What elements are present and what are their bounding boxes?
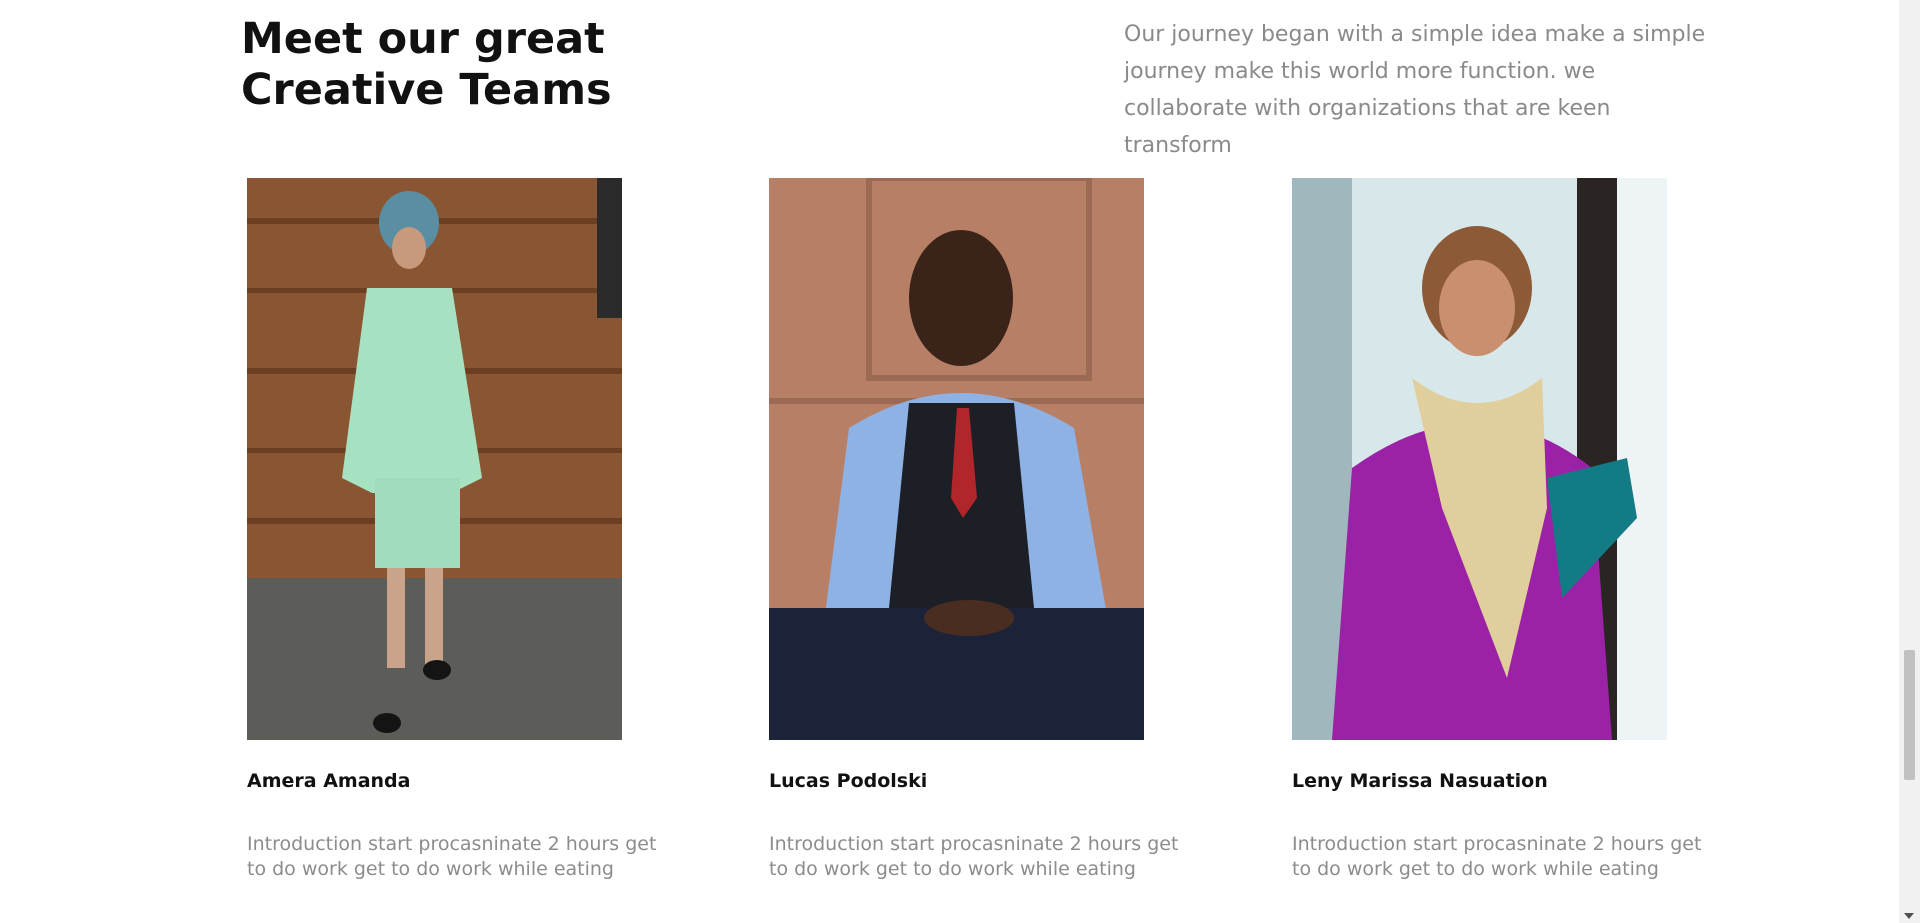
scrollbar-thumb[interactable]	[1904, 650, 1915, 780]
team-card: Amera Amanda Introduction start procasni…	[247, 178, 667, 880]
team-card: Lucas Podolski Introduction start procas…	[769, 178, 1189, 880]
team-member-name: Amera Amanda	[247, 770, 411, 792]
team-member-photo	[769, 178, 1144, 740]
team-member-photo	[1292, 178, 1667, 740]
team-member-description: Introduction start procasninate 2 hours …	[247, 833, 657, 880]
team-member-description: Introduction start procasninate 2 hours …	[1292, 833, 1702, 880]
scroll-down-arrow-icon[interactable]	[1904, 913, 1914, 919]
team-page: Meet our great Creative Teams Our journe…	[0, 0, 1920, 923]
team-member-name: Leny Marissa Nasuation	[1292, 770, 1548, 792]
team-member-name: Lucas Podolski	[769, 770, 928, 792]
team-member-photo	[247, 178, 622, 740]
vertical-scrollbar[interactable]	[1899, 0, 1920, 923]
team-card: Leny Marissa Nasuation Introduction star…	[1292, 178, 1712, 880]
team-member-description: Introduction start procasninate 2 hours …	[769, 833, 1179, 880]
section-title: Meet our great Creative Teams	[241, 14, 612, 115]
section-intro: Our journey began with a simple idea mak…	[1124, 22, 1706, 158]
